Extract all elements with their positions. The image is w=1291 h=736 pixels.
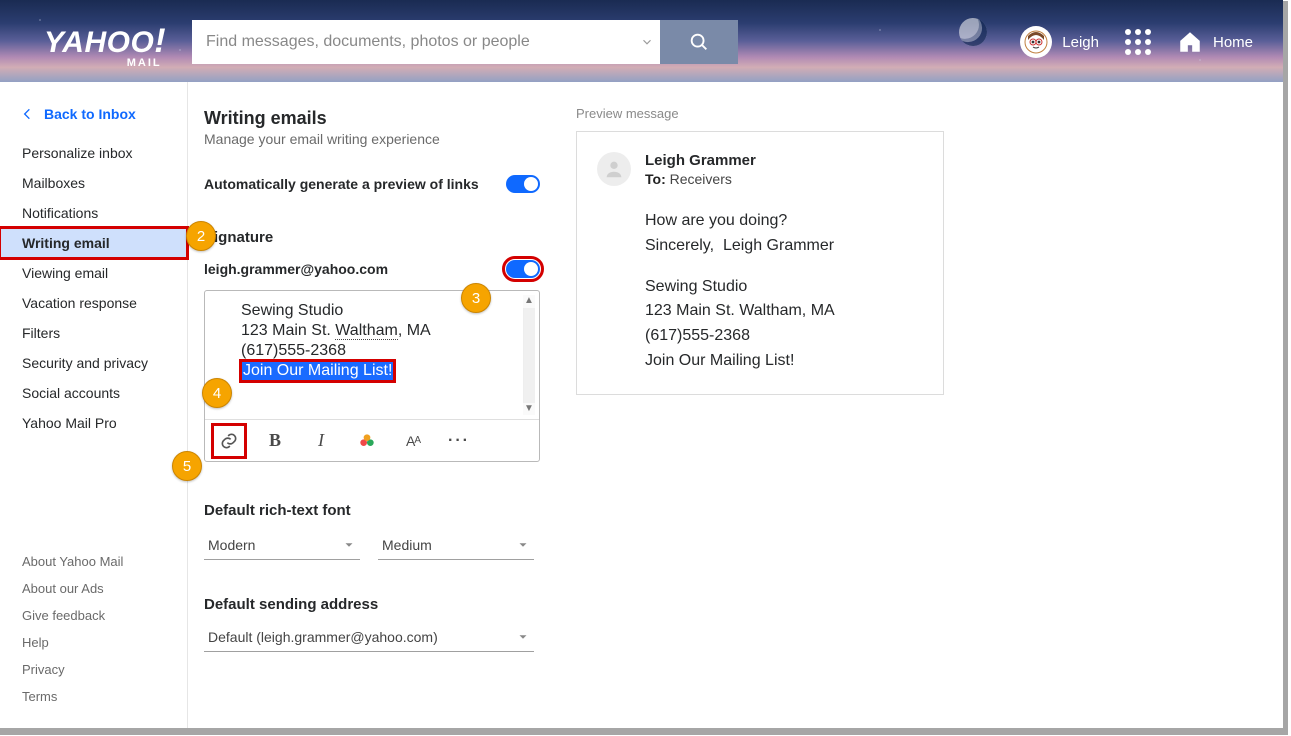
search-box [192,20,660,64]
app-header: YAHOO! MAIL Leigh Home [0,0,1283,82]
nav-yahoo-mail-pro[interactable]: Yahoo Mail Pro [0,408,187,438]
editor-scrollbar[interactable]: ▲ ▼ [523,295,535,415]
search-input[interactable] [192,20,634,64]
nav-filters[interactable]: Filters [0,318,187,348]
signature-toolbar: B I AA ··· [205,419,539,461]
scroll-down-icon[interactable]: ▼ [524,403,534,416]
font-size-value: Medium [382,537,432,553]
nav-writing-email[interactable]: Writing email [0,228,187,258]
insert-link-button[interactable] [217,429,241,453]
more-options-button[interactable]: ··· [447,429,471,453]
footer-about-ads[interactable]: About our Ads [0,575,187,602]
scroll-up-icon[interactable]: ▲ [524,295,534,308]
signature-textarea[interactable]: Sewing Studio 123 Main St. Waltham, MA (… [205,291,539,419]
search-dropdown-caret[interactable] [634,35,660,49]
bold-button[interactable]: B [263,429,287,453]
signature-account-row: leigh.grammer@yahoo.com [204,260,540,278]
annotation-3: 3 [461,283,491,313]
header-right: Leigh Home [1020,26,1253,58]
sig-line-4-selected[interactable]: Join Our Mailing List! [241,361,394,381]
nav-vacation-response[interactable]: Vacation response [0,288,187,318]
preview-body: How are you doing? Sincerely, Leigh Gram… [645,209,923,374]
footer-privacy[interactable]: Privacy [0,656,187,683]
nav-notifications[interactable]: Notifications [0,198,187,228]
preview-to: To: Receivers [645,171,923,187]
default-sending-heading: Default sending address [204,596,540,613]
default-sending-value: Default (leigh.grammer@yahoo.com) [208,629,438,645]
font-family-select[interactable]: Modern [204,531,360,560]
logo-exclaim: ! [154,22,165,60]
settings-nav: Personalize inbox Mailboxes Notification… [0,138,187,438]
text-color-button[interactable] [355,429,379,453]
footer-terms[interactable]: Terms [0,683,187,710]
home-button[interactable]: Home [1177,29,1253,55]
user-avatar[interactable] [1020,26,1052,58]
preview-heading: Preview message [576,106,1263,121]
auto-preview-row: Automatically generate a preview of link… [204,175,540,193]
italic-button[interactable]: I [309,429,333,453]
nav-security-privacy[interactable]: Security and privacy [0,348,187,378]
search-button[interactable] [660,20,738,64]
signature-email: leigh.grammer@yahoo.com [204,261,388,277]
username-label[interactable]: Leigh [1062,34,1099,51]
yahoo-logo[interactable]: YAHOO! MAIL [44,22,166,69]
auto-preview-label: Automatically generate a preview of link… [204,176,479,192]
page-title: Writing emails [204,108,540,129]
annotation-2: 2 [186,221,216,251]
nav-social-accounts[interactable]: Social accounts [0,378,187,408]
annotation-4: 4 [202,378,232,408]
footer-give-feedback[interactable]: Give feedback [0,602,187,629]
footer-about-yahoo-mail[interactable]: About Yahoo Mail [0,548,187,575]
signature-editor: Sewing Studio 123 Main St. Waltham, MA (… [204,290,540,462]
default-sending-select[interactable]: Default (leigh.grammer@yahoo.com) [204,623,534,652]
nav-personalize-inbox[interactable]: Personalize inbox [0,138,187,168]
font-size-select[interactable]: Medium [378,531,534,560]
apps-grid-icon[interactable] [1125,29,1151,55]
preview-from: Leigh Grammer [645,152,923,169]
footer-help[interactable]: Help [0,629,187,656]
rich-text-font-heading: Default rich-text font [204,502,540,519]
footer-links: About Yahoo Mail About our Ads Give feed… [0,548,187,728]
back-to-inbox-link[interactable]: Back to Inbox [0,86,187,132]
nav-mailboxes[interactable]: Mailboxes [0,168,187,198]
settings-sidebar: Back to Inbox Personalize inbox Mailboxe… [0,82,188,728]
sig-line-3: (617)555-2368 [241,341,525,361]
moon-graphic [955,14,991,50]
signature-heading: Signature [204,229,540,246]
search-bar [192,20,738,64]
annotation-5: 5 [172,451,202,481]
preview-avatar-icon [597,152,631,186]
font-size-button[interactable]: AA [401,429,425,453]
home-label: Home [1213,34,1253,51]
font-family-value: Modern [208,537,255,553]
page-subtitle: Manage your email writing experience [204,131,540,147]
sig-line-2: 123 Main St. Waltham, MA [241,321,525,341]
nav-viewing-email[interactable]: Viewing email [0,258,187,288]
auto-preview-toggle[interactable] [506,175,540,193]
writing-email-settings: Writing emails Manage your email writing… [188,82,560,728]
back-label: Back to Inbox [44,106,136,122]
preview-area: Preview message Leigh Grammer To: Receiv… [560,82,1283,728]
preview-message-card: Leigh Grammer To: Receivers How are you … [576,131,944,395]
signature-toggle[interactable] [506,260,540,278]
logo-text: YAHOO [44,26,154,59]
